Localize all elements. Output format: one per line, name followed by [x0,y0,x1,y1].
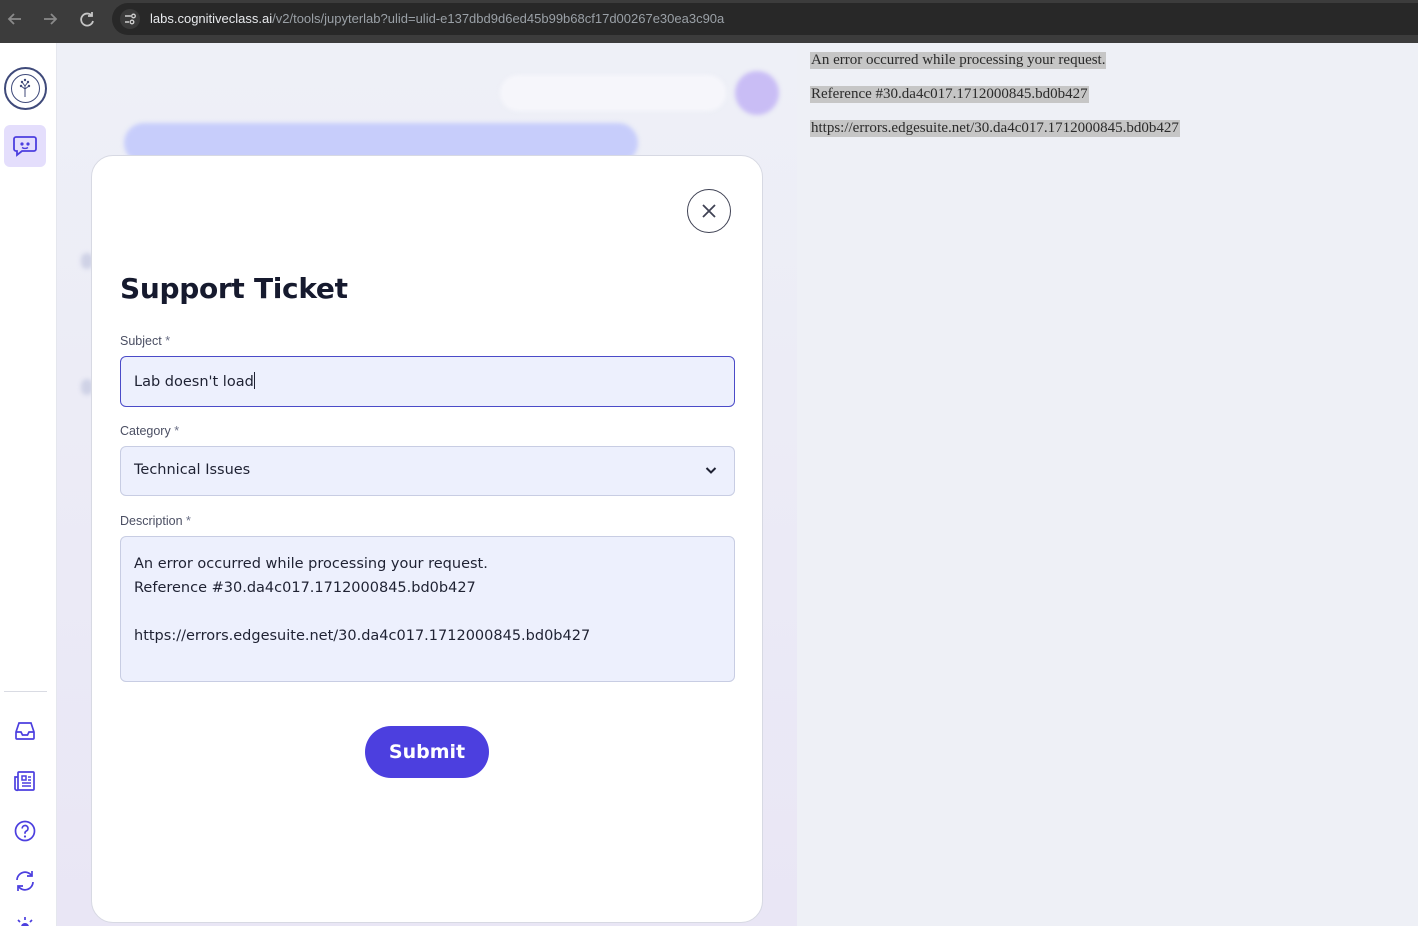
submit-button[interactable]: Submit [365,726,489,778]
description-textarea[interactable]: An error occurred while processing your … [120,536,735,682]
subject-label: Subject * [120,334,170,348]
category-label-text: Category [120,424,171,438]
help-icon[interactable] [12,818,38,844]
error-message: An error occurred while processing your … [810,52,1107,69]
subject-input[interactable]: Lab doesn't load [120,356,735,407]
description-label-text: Description [120,514,183,528]
url-path: /v2/tools/jupyterlab?ulid=ulid-e137dbd9d… [272,11,725,26]
subject-value: Lab doesn't load [134,374,254,390]
reload-icon[interactable] [76,8,98,30]
logo-ring [11,74,40,103]
error-reference: Reference #30.da4c017.1712000845.bd0b427 [810,86,1089,103]
category-select[interactable]: Technical Issues [120,446,735,496]
category-label: Category * [120,424,179,438]
support-ticket-dialog: Support Ticket Subject * Lab doesn't loa… [91,155,763,923]
text-caret [253,372,255,389]
url-text: labs.cognitiveclass.ai/v2/tools/jupyterl… [150,11,724,26]
required-mark: * [186,514,191,528]
refresh-icon[interactable] [12,868,38,894]
forward-arrow-icon[interactable] [39,8,61,30]
description-label: Description * [120,514,191,528]
logo-tree-icon[interactable] [4,67,47,110]
error-page: An error occurred while processing your … [797,43,1418,926]
left-sidebar [0,43,57,926]
close-button[interactable] [687,189,731,233]
required-mark: * [165,334,171,348]
error-url: https://errors.edgesuite.net/30.da4c017.… [810,120,1180,137]
chevron-down-icon [705,467,717,474]
category-value: Technical Issues [134,462,251,478]
rail-divider [4,691,47,692]
description-value: An error occurred while processing your … [134,556,591,644]
subject-label-text: Subject [120,334,162,348]
browser-toolbar: labs.cognitiveclass.ai/v2/tools/jupyterl… [0,0,1418,38]
blurred-search-pill [500,75,726,111]
chat-bot-icon [13,136,37,157]
back-arrow-icon[interactable] [4,8,26,30]
address-bar[interactable]: labs.cognitiveclass.ai/v2/tools/jupyterl… [112,3,1418,35]
theme-sun-icon[interactable] [12,914,38,926]
required-mark: * [174,424,180,438]
url-host: labs.cognitiveclass.ai [150,11,273,26]
subject-value-wrap: Lab doesn't load [134,372,255,390]
inbox-icon[interactable] [12,718,38,744]
site-info-icon[interactable] [120,9,140,29]
chat-bot-button[interactable] [4,125,46,167]
dialog-title: Support Ticket [120,272,348,305]
close-icon [702,204,716,218]
news-icon[interactable] [12,768,38,794]
avatar [735,71,779,115]
